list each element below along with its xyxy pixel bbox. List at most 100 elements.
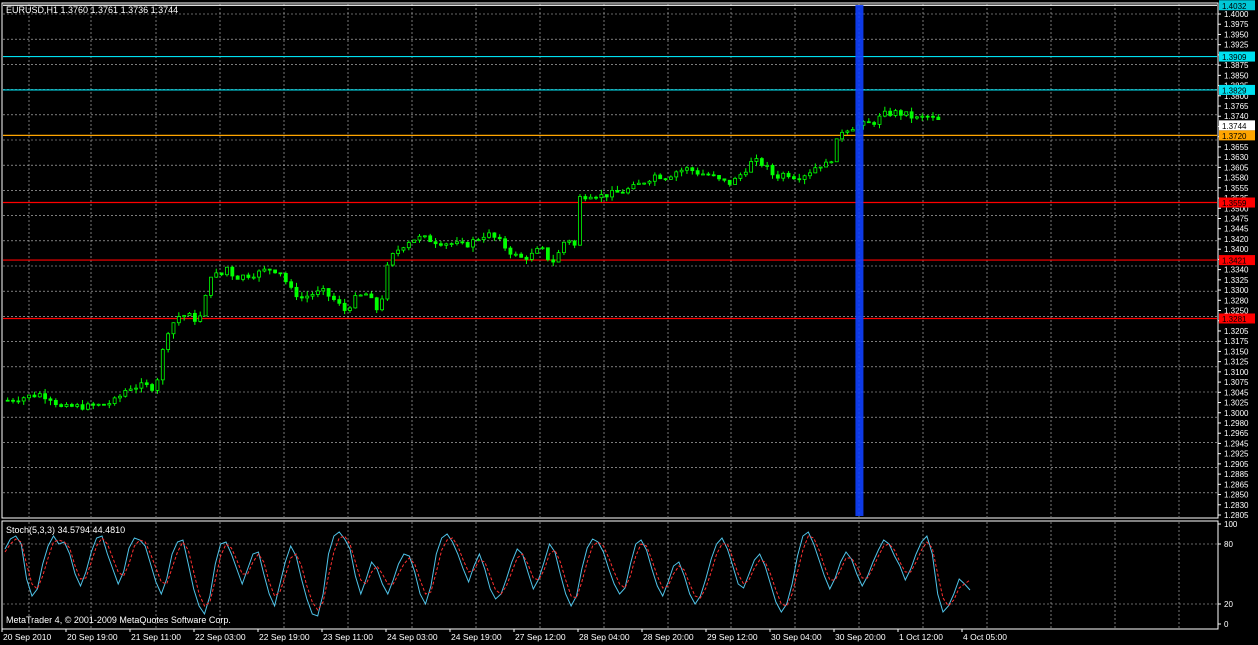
candle-body: [267, 268, 272, 271]
candle-body: [171, 322, 176, 335]
price-tick-label: 1.4000: [1224, 10, 1249, 19]
candle-body: [321, 288, 326, 292]
candle-body: [652, 174, 657, 182]
candle-body: [337, 299, 342, 304]
price-tick-label: 1.2830: [1224, 501, 1249, 510]
price-tick-label: 1.2805: [1224, 511, 1249, 520]
candle-body: [358, 294, 363, 297]
candle-body: [102, 403, 106, 406]
price-tick-label: 1.3280: [1224, 296, 1249, 305]
candle-body: [273, 269, 278, 274]
candle-body: [685, 167, 689, 171]
price-level-tag-label: 1.3744: [1222, 122, 1247, 131]
candle-body: [251, 276, 256, 279]
price-tick-label: 1.2885: [1224, 470, 1249, 479]
price-tick-label: 1.3125: [1224, 358, 1249, 367]
candle-body: [850, 129, 855, 132]
price-tick-label: 1.3875: [1224, 61, 1249, 70]
candle-body: [915, 116, 919, 119]
candle-body: [701, 173, 705, 176]
time-label: 20 Sep 19:00: [67, 632, 118, 642]
candle-body: [829, 161, 834, 164]
candle-body: [401, 247, 406, 251]
candle-body: [406, 242, 411, 249]
candle-body: [668, 176, 673, 180]
candle-body: [872, 122, 877, 125]
candle-body: [428, 235, 433, 243]
candle-body: [166, 333, 171, 350]
price-tick-label: 1.2905: [1224, 460, 1249, 469]
candle-body: [620, 191, 625, 194]
candle-body: [931, 115, 935, 118]
candle-body: [599, 194, 604, 199]
price-tick-label: 1.3300: [1224, 286, 1249, 295]
candle-body: [53, 399, 58, 406]
time-label: 23 Sep 11:00: [323, 632, 373, 642]
candle-body: [27, 394, 31, 399]
candle-body: [722, 178, 727, 181]
candle-body: [86, 403, 90, 410]
candle-body: [845, 130, 850, 133]
candle-body: [642, 182, 647, 185]
time-label: 24 Sep 19:00: [451, 632, 502, 642]
price-tick-label: 1.3655: [1224, 143, 1249, 152]
candle-body: [743, 171, 748, 176]
stoch-tick-label: 20: [1224, 600, 1233, 609]
price-tick-label: 1.3075: [1224, 378, 1249, 387]
time-label: 24 Sep 03:00: [387, 632, 438, 642]
candle-body: [369, 293, 374, 299]
candle-body: [754, 158, 759, 162]
candle-body: [374, 297, 379, 311]
candle-body: [332, 295, 336, 300]
candle-body: [214, 272, 219, 278]
indicator-info-label: Stoch(5,3,3) 34.5794 44.4810: [6, 525, 125, 535]
price-tick-label: 1.3045: [1224, 388, 1249, 397]
candle-body: [877, 115, 882, 125]
candle-body: [209, 276, 213, 296]
candle-body: [235, 275, 240, 280]
candle-body: [808, 172, 812, 177]
candle-body: [91, 403, 96, 406]
price-tick-label: 1.3765: [1224, 102, 1249, 111]
candle-body: [422, 235, 427, 238]
candle-body: [909, 111, 914, 119]
price-tick-label: 1.3175: [1224, 337, 1249, 346]
candle-body: [455, 241, 459, 244]
price-level-tag-label: 1.3421: [1222, 257, 1247, 266]
price-tick-label: 1.3420: [1224, 235, 1249, 244]
stoch-tick-label: 100: [1224, 520, 1238, 529]
candle-body: [615, 190, 620, 193]
candle-body: [738, 174, 743, 179]
candle-body: [792, 176, 796, 180]
candle-body: [471, 239, 475, 248]
candle-body: [32, 394, 37, 398]
candle-body: [150, 384, 154, 391]
candle-body: [192, 312, 197, 322]
price-tick-label: 1.2850: [1224, 491, 1249, 500]
candle-body: [80, 404, 85, 410]
vertical-highlight-bar[interactable]: [855, 5, 864, 516]
candle-body: [294, 286, 299, 298]
candle-body: [439, 243, 443, 246]
candle-body: [882, 110, 887, 117]
candle-body: [219, 272, 224, 276]
candle-body: [717, 175, 721, 180]
candle-body: [182, 315, 187, 318]
candle-body: [396, 249, 401, 254]
candle-body: [225, 266, 229, 276]
candle-body: [690, 167, 695, 172]
price-tick-label: 1.3400: [1224, 245, 1249, 254]
candle-body: [112, 397, 117, 404]
candle-body: [802, 175, 807, 180]
candle-body: [433, 241, 438, 245]
candle-body: [139, 382, 144, 389]
price-tick-label: 1.3100: [1224, 368, 1249, 377]
trading-chart[interactable]: 1.40001.39751.39501.39251.39001.38751.38…: [0, 0, 1258, 645]
price-tick-label: 1.3975: [1224, 20, 1249, 29]
candle-body: [69, 404, 74, 407]
candle-body: [920, 115, 925, 118]
candle-body: [588, 196, 593, 200]
price-tick-label: 1.3150: [1224, 347, 1249, 356]
candle-body: [513, 253, 518, 256]
time-label: 30 Sep 20:00: [835, 632, 886, 642]
